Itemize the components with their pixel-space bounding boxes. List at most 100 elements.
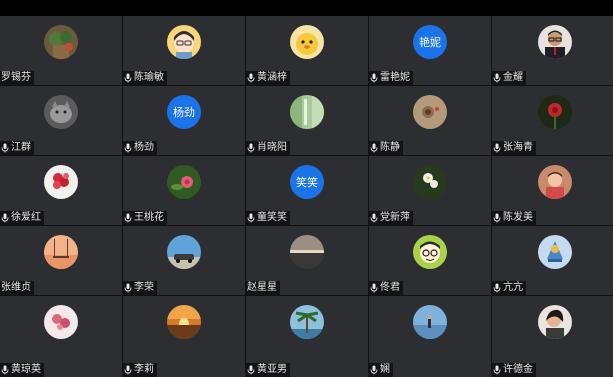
- participant-name: 许德金: [503, 364, 533, 375]
- participant-avatar-initials: 艳妮: [413, 25, 447, 59]
- participant-tile[interactable]: 陈静: [369, 86, 491, 155]
- participant-name-bar: 赵星星: [246, 281, 280, 295]
- participant-name: 杨劲: [134, 142, 154, 153]
- participant-tile[interactable]: 党新萍: [369, 156, 491, 225]
- participant-tile[interactable]: 赵星星: [246, 226, 368, 295]
- participant-name-bar: 李莉: [123, 363, 157, 377]
- microphone-icon: [124, 213, 132, 223]
- microphone-icon: [493, 143, 501, 153]
- participant-name-bar: 黄琼英: [0, 363, 44, 377]
- microphone-icon: [370, 143, 378, 153]
- participant-name: 雷艳妮: [380, 72, 410, 83]
- participant-tile[interactable]: 张维贞: [0, 226, 122, 295]
- participant-tile[interactable]: 笑笑 童笑笑: [246, 156, 368, 225]
- participant-name-bar: 陈瑜敏: [123, 71, 167, 85]
- participant-avatar-photo-whiteflowers: [413, 165, 447, 199]
- participant-tile[interactable]: 亢亢: [492, 226, 613, 295]
- microphone-icon: [1, 143, 9, 153]
- participant-tile[interactable]: 黄琼英: [0, 296, 122, 377]
- participant-tile[interactable]: 陈发美: [492, 156, 613, 225]
- participant-tile[interactable]: 张海青: [492, 86, 613, 155]
- participant-tile[interactable]: 肖晓阳: [246, 86, 368, 155]
- participant-avatar-cartoon-glasses: [413, 235, 447, 269]
- participant-name-bar: 罗锡芬: [0, 71, 34, 85]
- participant-name-bar: 王桃花: [123, 211, 167, 225]
- participant-name: 张海青: [503, 142, 533, 153]
- microphone-icon: [493, 365, 501, 375]
- participant-name-bar: 江群: [0, 141, 34, 155]
- participant-name: 张维贞: [1, 282, 31, 293]
- participant-name-bar: 肖晓阳: [246, 141, 290, 155]
- participant-name: 金耀: [503, 72, 523, 83]
- participant-name: 江群: [11, 142, 31, 153]
- participant-tile[interactable]: 娴: [369, 296, 491, 377]
- participant-name: 赵星星: [247, 282, 277, 293]
- participant-tile[interactable]: 王桃花: [123, 156, 245, 225]
- participant-avatar-photo-redflowers: [44, 165, 78, 199]
- microphone-icon: [247, 143, 255, 153]
- participant-avatar-photo-green: [290, 95, 324, 129]
- participant-name-bar: 徐爱红: [0, 211, 44, 225]
- participant-name-bar: 杨劲: [123, 141, 157, 155]
- microphone-icon: [124, 365, 132, 375]
- participant-tile[interactable]: 金耀: [492, 16, 613, 85]
- participant-avatar-photo-sunrise: [167, 305, 201, 339]
- participant-avatar-photo-blue: [537, 235, 572, 269]
- microphone-icon: [370, 365, 378, 375]
- participant-tile[interactable]: 江群: [0, 86, 122, 155]
- microphone-icon: [493, 73, 501, 83]
- participant-name: 李荣: [134, 282, 154, 293]
- participant-name-bar: 张维贞: [0, 281, 34, 295]
- microphone-icon: [124, 73, 132, 83]
- participant-name: 李莉: [134, 364, 154, 375]
- participant-tile[interactable]: 徐爱红: [0, 156, 122, 225]
- participant-avatar-photo-rose: [537, 95, 572, 129]
- participant-name: 徐爱红: [11, 212, 41, 223]
- participant-tile[interactable]: 许德金: [492, 296, 613, 377]
- participant-name: 黄亚男: [257, 364, 287, 375]
- participant-name: 党新萍: [380, 212, 410, 223]
- participant-avatar-photo-sand: [413, 95, 447, 129]
- participant-tile[interactable]: 黄涵梓: [246, 16, 368, 85]
- microphone-icon: [124, 283, 132, 293]
- participant-name: 黄琼英: [11, 364, 41, 375]
- microphone-icon: [247, 213, 255, 223]
- participant-name-bar: 童笑笑: [246, 211, 290, 225]
- participant-name: 娴: [380, 364, 390, 375]
- participant-avatar-photo-blossom: [44, 305, 78, 339]
- participant-avatar-photo-sunset: [290, 235, 324, 269]
- microphone-icon: [370, 283, 378, 293]
- participant-avatar-photo-plant: [44, 25, 78, 59]
- microphone-icon: [493, 283, 501, 293]
- participant-name-bar: 党新萍: [369, 211, 413, 225]
- participant-tile[interactable]: 杨劲 杨劲: [123, 86, 245, 155]
- participant-tile[interactable]: 艳妮雷艳妮: [369, 16, 491, 85]
- participant-avatar-photo-cat: [44, 95, 78, 129]
- participant-name-bar: 雷艳妮: [369, 71, 413, 85]
- participant-name: 陈发美: [503, 212, 533, 223]
- participant-tile[interactable]: 李莉: [123, 296, 245, 377]
- microphone-icon: [1, 213, 9, 223]
- participant-name: 亢亢: [503, 282, 523, 293]
- participant-name: 肖晓阳: [257, 142, 287, 153]
- participant-avatar-photo-palm: [290, 305, 324, 339]
- participant-tile[interactable]: 罗锡芬: [0, 16, 122, 85]
- participant-avatar-initials: 笑笑: [290, 165, 324, 199]
- participant-avatar-initials: 杨劲: [167, 95, 201, 129]
- participant-name-bar: 黄亚男: [246, 363, 290, 377]
- participant-name: 罗锡芬: [1, 72, 31, 83]
- participant-name-bar: 金耀: [492, 71, 526, 85]
- participant-tile[interactable]: 佟君: [369, 226, 491, 295]
- participant-grid: 罗锡芬 陈瑜敏 黄涵梓 艳妮 雷艳妮 金耀 江群 杨劲 杨劲 肖晓阳 陈静 张海青 徐爱红 王桃花 笑笑 童笑…: [0, 16, 613, 377]
- participant-tile[interactable]: 陈瑜敏: [123, 16, 245, 85]
- participant-avatar-photo-woman: [537, 305, 572, 339]
- participant-name-bar: 黄涵梓: [246, 71, 290, 85]
- participant-name-bar: 张海青: [492, 141, 536, 155]
- participant-avatar-photo-child: [537, 165, 572, 199]
- microphone-icon: [493, 213, 501, 223]
- participant-tile[interactable]: 黄亚男: [246, 296, 368, 377]
- participant-name-bar: 陈发美: [492, 211, 536, 225]
- participant-name: 黄涵梓: [257, 72, 287, 83]
- participant-avatar-photo-swing: [44, 235, 78, 269]
- participant-tile[interactable]: 李荣: [123, 226, 245, 295]
